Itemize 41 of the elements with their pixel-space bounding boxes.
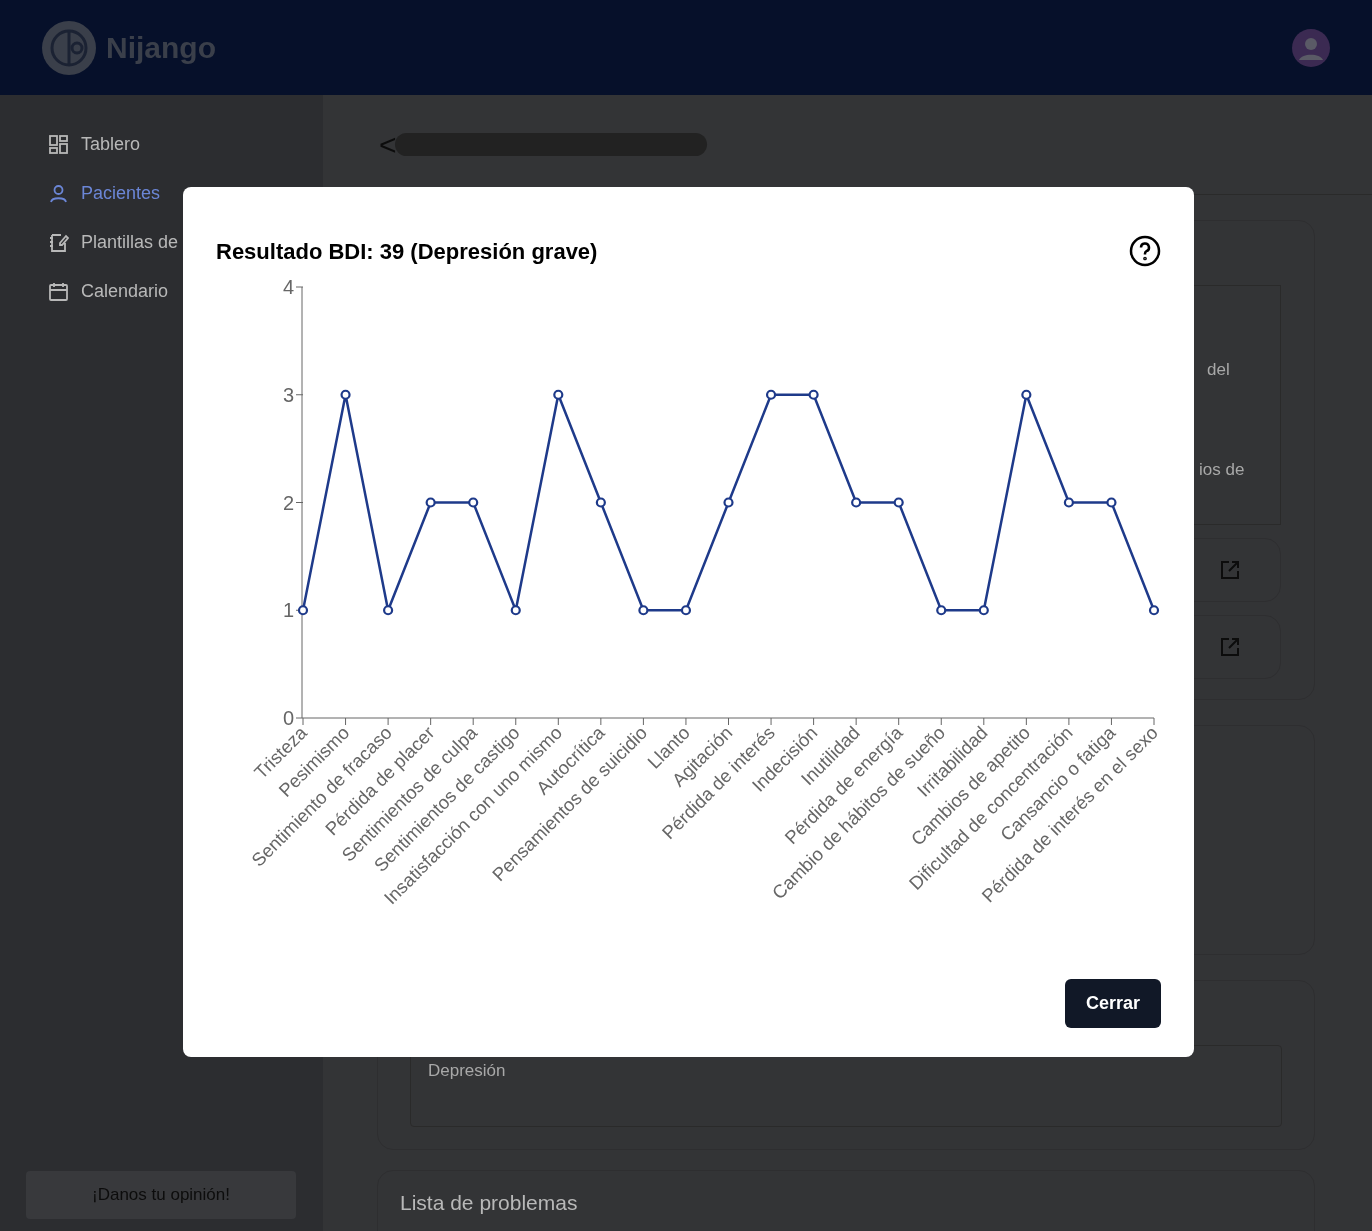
section-title: Lista de problemas	[400, 1191, 578, 1214]
external-link-icon[interactable]	[1220, 637, 1240, 657]
data-point	[425, 497, 436, 508]
data-point	[595, 497, 606, 508]
sidebar-item[interactable]: Tablero	[48, 130, 297, 159]
data-point	[510, 605, 521, 616]
y-tick-label: 3	[282, 383, 294, 406]
y-tick-label: 0	[282, 707, 294, 729]
data-point	[1148, 605, 1160, 616]
data-point	[851, 497, 862, 508]
data-point	[765, 389, 777, 400]
table-text: ios de	[1199, 459, 1245, 481]
close-button[interactable]: Cerrar	[1065, 979, 1161, 1028]
data-point	[680, 605, 692, 616]
data-point	[723, 497, 734, 508]
table-text: del	[1207, 359, 1230, 381]
data-point	[1063, 497, 1074, 508]
data-point	[808, 389, 819, 400]
calendar-icon	[48, 281, 69, 302]
data-point	[383, 605, 394, 616]
data-point	[553, 389, 564, 400]
data-point	[340, 389, 351, 400]
data-point	[893, 497, 904, 508]
sidebar-item[interactable]: Pacientes	[48, 179, 297, 208]
user-icon	[48, 183, 69, 204]
avatar-icon[interactable]	[1292, 28, 1330, 67]
y-tick-label: 1	[282, 599, 294, 622]
data-point	[468, 497, 479, 508]
y-tick-label: 4	[282, 277, 294, 298]
external-link-icon[interactable]	[1220, 560, 1240, 580]
data-point	[936, 605, 947, 616]
modal-title: Resultado BDI: 39 (Depresión grave)	[216, 237, 598, 266]
notebook-icon	[48, 232, 69, 253]
data-point	[1021, 389, 1032, 400]
data-point	[638, 605, 649, 616]
data-point	[1106, 497, 1117, 508]
y-tick-label: 2	[282, 491, 294, 514]
help-icon[interactable]	[1129, 235, 1161, 267]
data-point	[978, 605, 989, 616]
data-point	[297, 605, 309, 616]
grid-icon	[48, 134, 69, 155]
